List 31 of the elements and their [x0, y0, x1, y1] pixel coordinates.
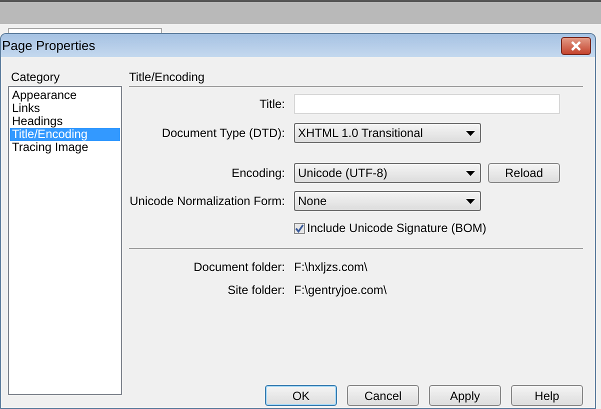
field-label: Document folder:: [192, 260, 285, 274]
field-label: Unicode Normalization Form:: [129, 194, 285, 208]
dialog-button[interactable]: Cancel: [347, 385, 419, 406]
category-item[interactable]: Appearance: [10, 89, 120, 102]
dropdown[interactable]: Unicode (UTF-8): [294, 163, 481, 183]
dialog-button[interactable]: OK: [265, 385, 337, 406]
caret-icon: [466, 130, 475, 136]
close-icon: [570, 40, 582, 50]
category-label: Category: [11, 70, 61, 84]
section-heading: Title/Encoding: [129, 70, 206, 84]
checkbox-label: Include Unicode Signature (BOM): [307, 221, 486, 235]
folder-path: F:\gentryjoe.com\: [294, 283, 387, 297]
caret-icon: [466, 198, 475, 204]
dialog-button[interactable]: Apply: [429, 385, 501, 406]
field-label: Title:: [258, 97, 285, 111]
field-label: Site folder:: [226, 283, 285, 297]
field-label: Encoding:: [230, 166, 285, 180]
field-label: Document Type (DTD):: [160, 126, 285, 140]
title-field[interactable]: [294, 94, 560, 114]
category-item[interactable]: Tracing Image: [10, 141, 120, 154]
category-item[interactable]: Links: [10, 102, 120, 115]
category-item[interactable]: Headings: [10, 115, 120, 128]
window-title: Page Properties: [2, 38, 96, 53]
dropdown[interactable]: None: [294, 191, 481, 211]
dropdown[interactable]: XHTML 1.0 Transitional: [294, 123, 481, 143]
folder-path: F:\hxljzs.com\: [294, 260, 368, 274]
dialog-button[interactable]: Help: [511, 385, 583, 406]
checkbox[interactable]: [294, 222, 305, 234]
caret-icon: [466, 170, 475, 176]
close-button[interactable]: [561, 36, 591, 54]
reload-button[interactable]: Reload: [488, 163, 560, 183]
